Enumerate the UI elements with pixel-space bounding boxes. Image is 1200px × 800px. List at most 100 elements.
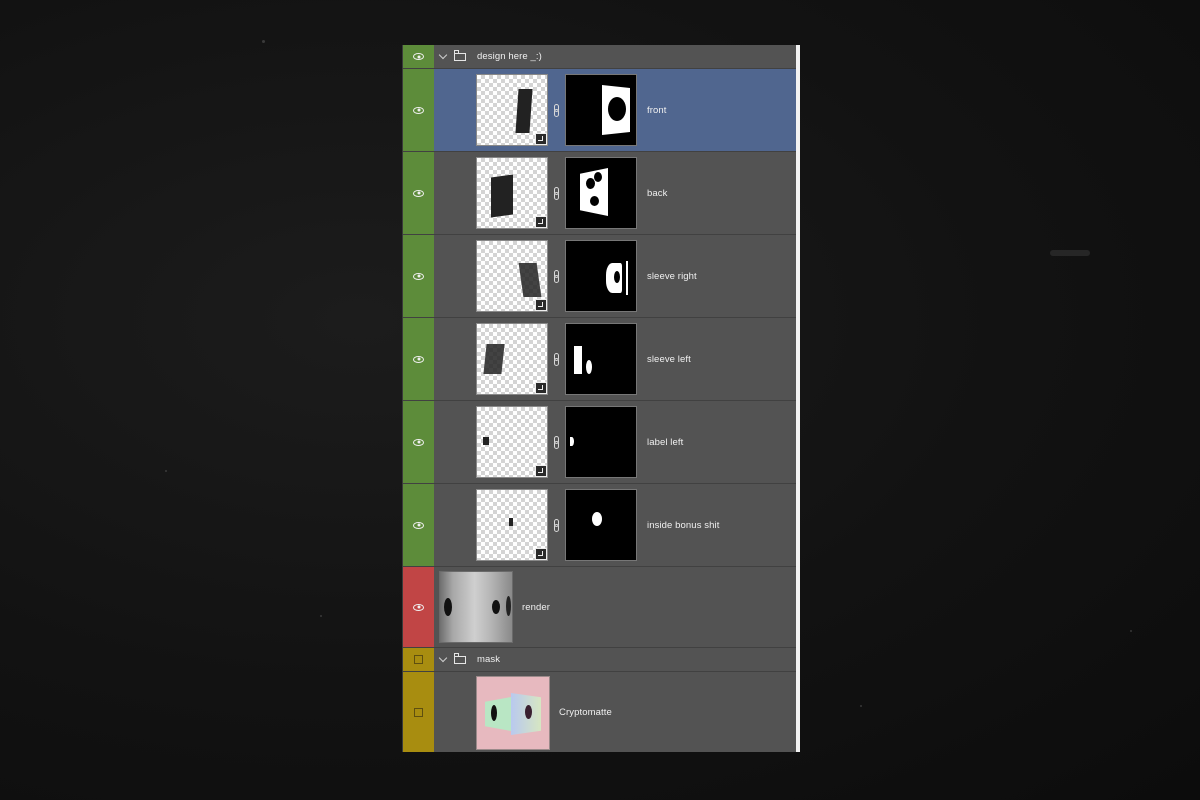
mask-stripe <box>626 261 628 295</box>
artwork-fragment <box>483 437 489 445</box>
group-row-body[interactable]: design here _:) <box>434 45 797 68</box>
mask-shape <box>586 360 592 374</box>
layer-row-render[interactable]: render <box>403 567 797 648</box>
dust-speck <box>262 40 265 43</box>
layer-row-body[interactable]: inside bonus shit <box>434 484 797 566</box>
layer-thumbnail[interactable] <box>476 240 548 312</box>
layer-row-back[interactable]: back <box>403 152 797 235</box>
layer-row-cryptomatte[interactable]: Cryptomatte <box>403 672 797 752</box>
link-icon[interactable] <box>553 436 559 449</box>
panel-scroll-edge <box>796 45 800 752</box>
layer-name: inside bonus shit <box>647 519 720 531</box>
render-hole <box>444 598 452 616</box>
mask-shape <box>574 346 582 374</box>
smart-object-icon <box>535 133 547 145</box>
layer-row-sleeve-left[interactable]: sleeve left <box>403 318 797 401</box>
layer-row-body[interactable]: Cryptomatte <box>434 672 797 752</box>
smart-object-icon <box>535 216 547 228</box>
visibility-toggle[interactable] <box>403 69 435 151</box>
smart-object-icon <box>535 382 547 394</box>
layer-row-inside-bonus[interactable]: inside bonus shit <box>403 484 797 567</box>
eye-icon <box>413 438 424 446</box>
layer-name: sleeve right <box>647 270 697 282</box>
mask-thumbnail[interactable] <box>565 74 637 146</box>
smart-object-icon <box>535 548 547 560</box>
artwork-fragment <box>518 263 542 297</box>
visibility-toggle[interactable] <box>403 318 435 400</box>
visibility-toggle[interactable] <box>403 401 435 483</box>
eye-icon <box>413 355 424 363</box>
visibility-toggle[interactable] <box>403 152 435 234</box>
layer-group-design-here[interactable]: design here _:) <box>403 45 797 69</box>
layer-name: render <box>522 601 551 613</box>
link-icon[interactable] <box>553 519 559 532</box>
layer-thumbnail[interactable] <box>476 157 548 229</box>
layer-thumbnail[interactable] <box>476 323 548 395</box>
visibility-toggle[interactable] <box>403 648 435 671</box>
mask-thumbnail[interactable] <box>565 406 637 478</box>
matte-hole <box>525 705 532 719</box>
mask-hole <box>590 196 599 206</box>
link-icon[interactable] <box>553 187 559 200</box>
layer-row-body[interactable]: sleeve right <box>434 235 797 317</box>
eye-icon <box>413 189 424 197</box>
layer-row-label-left[interactable]: label left <box>403 401 797 484</box>
layer-row-body[interactable]: sleeve left <box>434 318 797 400</box>
folder-icon <box>454 652 466 664</box>
artwork-fragment <box>509 518 513 526</box>
artwork-fragment <box>515 89 533 133</box>
mask-shape <box>592 512 602 526</box>
layer-thumbnail[interactable] <box>476 74 548 146</box>
layer-row-front[interactable]: front <box>403 69 797 152</box>
mask-thumbnail[interactable] <box>565 323 637 395</box>
hidden-icon <box>414 707 423 717</box>
chevron-down-icon[interactable] <box>438 653 448 663</box>
matte-hole <box>491 705 497 721</box>
chevron-down-icon[interactable] <box>438 50 448 60</box>
cryptomatte-thumbnail[interactable] <box>476 676 550 750</box>
group-row-body[interactable]: mask <box>434 648 797 671</box>
mask-thumbnail[interactable] <box>565 489 637 561</box>
visibility-toggle[interactable] <box>403 567 435 647</box>
mask-thumbnail[interactable] <box>565 157 637 229</box>
visibility-toggle[interactable] <box>403 672 435 752</box>
mask-hole <box>608 97 626 121</box>
folder-icon <box>454 49 466 61</box>
group-name: design here _:) <box>477 51 542 62</box>
layer-group-mask[interactable]: mask <box>403 648 797 672</box>
dust-speck <box>320 615 322 617</box>
eye-icon <box>413 53 424 60</box>
eye-icon <box>413 603 424 611</box>
render-hole <box>492 600 500 614</box>
layer-row-body[interactable]: render <box>434 567 797 647</box>
layer-name: front <box>647 104 667 116</box>
mask-thumbnail[interactable] <box>565 240 637 312</box>
layer-name: sleeve left <box>647 353 691 365</box>
eye-icon <box>413 521 424 529</box>
link-icon[interactable] <box>553 270 559 283</box>
layer-thumbnail[interactable] <box>476 406 548 478</box>
link-icon[interactable] <box>553 353 559 366</box>
group-name: mask <box>477 654 501 665</box>
visibility-toggle[interactable] <box>403 235 435 317</box>
visibility-toggle[interactable] <box>403 45 435 68</box>
dust-speck <box>1050 250 1090 256</box>
layer-row-body[interactable]: back <box>434 152 797 234</box>
render-thumbnail[interactable] <box>439 571 513 643</box>
eye-icon <box>413 106 424 114</box>
layer-row-sleeve-right[interactable]: sleeve right <box>403 235 797 318</box>
layer-row-body[interactable]: label left <box>434 401 797 483</box>
dust-speck <box>165 470 167 472</box>
link-icon[interactable] <box>553 104 559 117</box>
mask-hole <box>594 172 602 182</box>
dust-speck <box>1130 630 1132 632</box>
smart-object-icon <box>535 465 547 477</box>
artwork-fragment <box>483 344 505 374</box>
layer-thumbnail[interactable] <box>476 489 548 561</box>
visibility-toggle[interactable] <box>403 484 435 566</box>
layer-name: back <box>647 187 668 199</box>
layer-row-body[interactable]: front <box>434 69 797 151</box>
mask-shape <box>570 437 574 446</box>
mask-hole <box>614 271 620 283</box>
artwork-fragment <box>491 174 513 218</box>
